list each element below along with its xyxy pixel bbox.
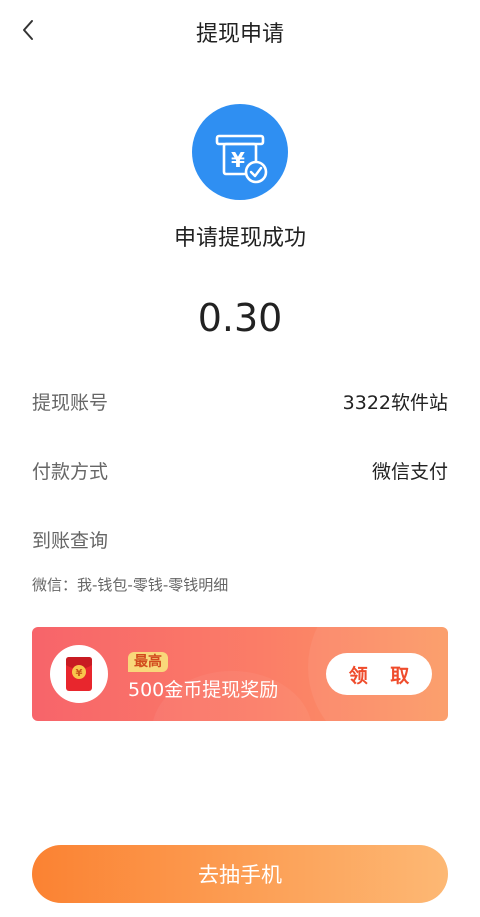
envelope-container: ¥ <box>50 645 108 703</box>
success-message: 申请提现成功 <box>173 226 306 251</box>
draw-phone-button[interactable]: 去抽手机 <box>32 845 448 903</box>
svg-text:¥: ¥ <box>76 668 83 679</box>
claim-button[interactable]: 领 取 <box>326 653 432 695</box>
payment-value: 微信支付 <box>371 460 448 483</box>
account-row: 提现账号 3322软件站 <box>32 386 448 416</box>
account-value: 3322软件站 <box>342 391 448 414</box>
red-envelope-yuan-icon: ¥ <box>66 657 92 691</box>
reward-banner[interactable]: ¥ 最高 500金币提现奖励 领 取 <box>32 627 448 721</box>
query-detail: 微信：我-钱包-零钱-零钱明细 <box>32 576 229 594</box>
header: 提现申请 <box>0 0 480 60</box>
withdraw-amount: 0.30 <box>197 296 283 340</box>
svg-text:¥: ¥ <box>231 148 245 172</box>
success-icon: ¥ <box>192 104 288 200</box>
payment-label: 付款方式 <box>32 460 109 483</box>
account-label: 提现账号 <box>32 391 109 414</box>
payment-row: 付款方式 微信支付 <box>32 455 448 485</box>
page-title: 提现申请 <box>195 22 284 47</box>
max-badge: 最高 <box>128 652 168 672</box>
reward-text: 500金币提现奖励 <box>128 679 279 701</box>
atm-yuan-check-icon: ¥ <box>215 134 268 184</box>
query-label: 到账查询 <box>32 530 109 552</box>
